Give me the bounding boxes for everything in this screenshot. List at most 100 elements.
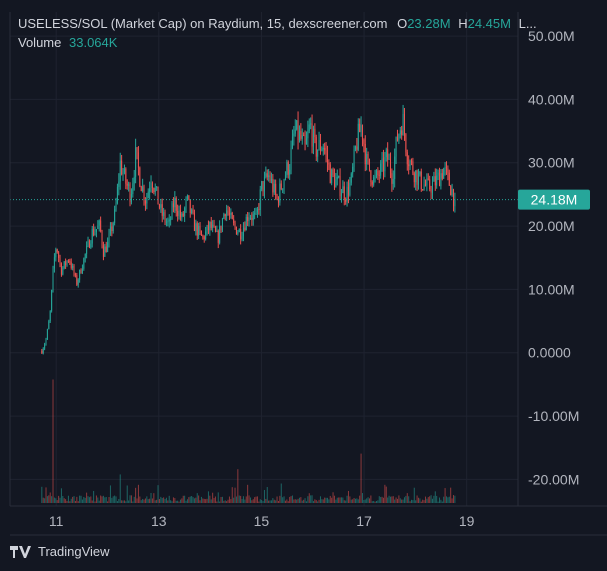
candle-body	[349, 182, 351, 196]
volume-bar	[329, 495, 331, 503]
candle-body	[191, 209, 193, 214]
volume-bar	[46, 496, 48, 503]
candle-body	[133, 176, 135, 184]
volume-bar	[417, 497, 419, 503]
chart-legend[interactable]: USELESS/SOL (Market Cap) on Raydium, 15,…	[18, 16, 537, 31]
candle-body	[122, 172, 124, 175]
volume-bar	[231, 487, 233, 503]
volume-bar	[171, 501, 173, 503]
volume-bar	[63, 498, 65, 503]
volume-bar	[203, 498, 205, 503]
candle-body	[385, 149, 387, 158]
candle-body	[373, 176, 375, 185]
volume-bar	[448, 496, 450, 503]
volume-bar	[149, 498, 151, 503]
volume-bar	[245, 496, 247, 503]
candle-body	[263, 176, 265, 192]
candle-body	[353, 149, 355, 167]
volume-bar	[436, 495, 438, 503]
candle-body	[336, 176, 338, 180]
candle-body	[371, 182, 373, 185]
volume-bar	[254, 497, 256, 503]
candle-body	[361, 125, 363, 140]
volume-bar	[354, 498, 356, 503]
volume-bar	[114, 495, 116, 503]
volume-bar	[100, 495, 102, 503]
candle-body	[333, 174, 335, 188]
volume-bar	[297, 498, 299, 503]
volume-bar	[51, 496, 53, 503]
volume-bar	[248, 495, 250, 503]
volume-bar	[433, 495, 435, 503]
candle-body	[147, 191, 149, 198]
volume-bar	[84, 497, 86, 503]
candle-body	[443, 168, 445, 179]
volume-bar	[364, 499, 366, 503]
volume-bar	[406, 493, 408, 503]
volume-bar	[168, 495, 170, 503]
candle-body	[403, 113, 405, 135]
volume-bar	[430, 495, 432, 503]
volume-bar	[196, 493, 198, 503]
candle-body	[198, 225, 200, 236]
volume-bar	[188, 497, 190, 503]
volume-bar	[224, 500, 226, 503]
candle-body	[170, 219, 172, 221]
volume-bar	[143, 499, 145, 503]
volume-bar	[318, 499, 320, 503]
candle-body	[287, 162, 289, 175]
candle-body	[298, 131, 300, 141]
candle-body	[317, 149, 319, 157]
candle-body	[207, 225, 209, 231]
candle-body	[431, 181, 433, 193]
candle-body	[41, 350, 43, 354]
candle-body	[171, 203, 173, 220]
candle-body	[125, 168, 127, 184]
candle-body	[388, 159, 390, 160]
volume-bar	[275, 500, 277, 503]
candle-body	[153, 188, 155, 193]
candle-body	[352, 166, 354, 174]
volume-bar	[342, 497, 344, 503]
candle-body	[237, 232, 239, 235]
volume-bar	[179, 499, 181, 503]
tradingview-attribution[interactable]: TradingView	[10, 544, 110, 559]
volume-bar	[412, 500, 414, 503]
candle-body	[189, 199, 191, 214]
candle-body	[188, 195, 190, 200]
candle-body	[115, 203, 117, 210]
volume-bar	[97, 497, 99, 503]
candle-body	[76, 274, 78, 285]
volume-bar	[391, 496, 393, 503]
open-value: 23.28M	[407, 16, 451, 31]
candle-body	[205, 231, 207, 240]
volume-bar	[450, 487, 452, 503]
candle-body	[58, 252, 60, 258]
candle-body	[314, 128, 316, 138]
volume-bar	[175, 500, 177, 503]
candle-body	[412, 161, 414, 174]
candle-body	[297, 120, 299, 141]
candle-body	[356, 146, 358, 150]
candle-body	[322, 148, 324, 150]
candle-body	[80, 269, 82, 274]
volume-bar	[87, 496, 89, 503]
candle-body	[114, 209, 116, 224]
candle-body	[93, 228, 95, 235]
volume-bar	[210, 499, 212, 503]
price-badge[interactable]: 24.18M	[518, 189, 590, 210]
volume-bar	[402, 499, 404, 503]
candle-body	[105, 246, 107, 252]
candle-body	[86, 245, 88, 254]
volume-bar	[238, 495, 240, 503]
candle-body	[318, 140, 320, 150]
candle-body	[307, 130, 309, 139]
volume-bar	[284, 500, 286, 503]
volume-bar	[409, 501, 411, 503]
volume-bar	[259, 499, 261, 503]
legend-more[interactable]: L...	[519, 16, 537, 31]
volume-bar	[290, 496, 292, 503]
candle-body	[52, 268, 54, 291]
volume-bar	[371, 501, 373, 503]
volume-legend[interactable]: Volume 33.064K	[18, 35, 117, 50]
